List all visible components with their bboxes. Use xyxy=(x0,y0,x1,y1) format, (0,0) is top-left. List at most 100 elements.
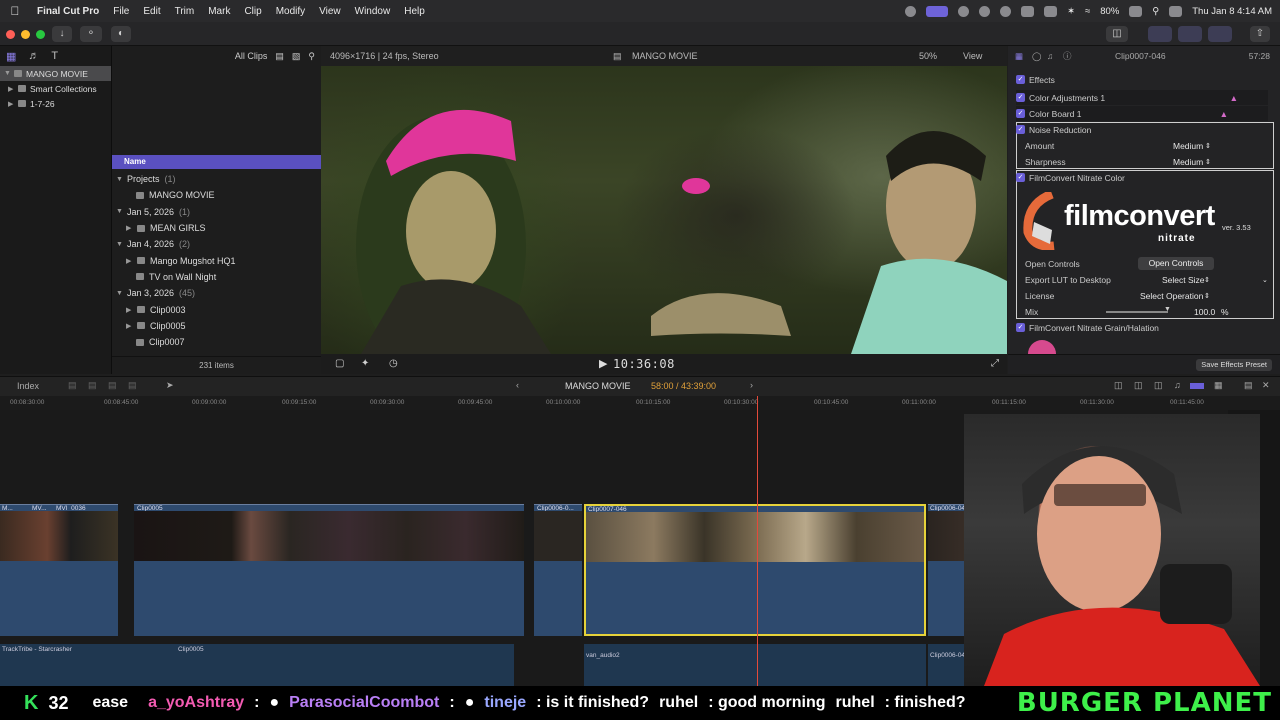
browser-group-projects[interactable]: ▼ Projects (1) xyxy=(112,171,321,187)
browser-group-date[interactable]: ▼ Jan 3, 2026 (45) xyxy=(112,285,321,301)
info-inspector-tab-icon[interactable]: ⓘ xyxy=(1063,50,1072,62)
connect-clip-icon[interactable]: ▤ xyxy=(68,380,77,391)
close-window-icon[interactable] xyxy=(6,30,15,39)
menu-window[interactable]: Window xyxy=(348,6,398,17)
audio-inspector-tab-icon[interactable]: ♫ xyxy=(1047,51,1053,61)
zoom-menu[interactable]: 50% xyxy=(919,51,937,61)
layout-inspector-button[interactable] xyxy=(1208,26,1232,42)
append-clip-icon[interactable]: ▤ xyxy=(108,380,117,391)
disclosure-closed-icon[interactable]: ▶ xyxy=(126,257,132,265)
history-back-icon[interactable]: ‹ xyxy=(516,380,519,390)
disclosure-closed-icon[interactable]: ▶ xyxy=(126,322,132,330)
effects-section-header[interactable]: ✓ Effects xyxy=(1016,72,1268,87)
disclosure-closed-icon[interactable]: ▶ xyxy=(126,224,132,232)
snapping-icon[interactable]: ▦ xyxy=(1214,380,1223,391)
timeline-ruler[interactable]: 00:08:30:00 00:08:45:00 00:09:00:00 00:0… xyxy=(0,396,1280,410)
view-menu[interactable]: View xyxy=(963,51,982,61)
speed-menu-icon[interactable]: ◷ xyxy=(389,358,398,369)
effect-filmconvert-grain[interactable]: ✓ FilmConvert Nitrate Grain/Halation xyxy=(1016,320,1268,335)
timeline-layout-icon[interactable]: ▤ xyxy=(1244,380,1253,391)
browser-item-clip[interactable]: TV on Wall Night xyxy=(112,269,321,285)
disclosure-closed-icon[interactable]: ▶ xyxy=(8,85,14,93)
browser-item-clip[interactable]: ▶ Clip0003 xyxy=(112,301,321,317)
effect-enable-checkbox[interactable]: ✓ xyxy=(1016,323,1025,332)
menu-trim[interactable]: Trim xyxy=(168,6,202,17)
index-button[interactable]: Index xyxy=(17,381,39,391)
browser-group-date[interactable]: ▼ Jan 5, 2026 (1) xyxy=(112,204,321,220)
library-item-mango-movie[interactable]: ▼ MANGO MOVIE xyxy=(0,66,111,81)
browser-item-clip[interactable]: Clip0007 xyxy=(112,334,321,350)
sharpness-popup[interactable]: Medium xyxy=(1173,157,1203,167)
timeline-clip[interactable]: Clip0006-0... xyxy=(534,504,582,636)
screen-record-icon[interactable] xyxy=(905,5,917,17)
menu-mark[interactable]: Mark xyxy=(201,6,237,17)
browser-item-project[interactable]: MANGO MOVIE xyxy=(112,187,321,203)
zoom-window-icon[interactable] xyxy=(36,30,45,39)
video-viewer[interactable] xyxy=(321,66,1007,354)
status-dot-icon[interactable] xyxy=(958,5,970,17)
color-wheel-icon[interactable]: ▲ xyxy=(1220,109,1228,119)
control-center-icon[interactable] xyxy=(1169,5,1183,17)
menu-help[interactable]: Help xyxy=(397,6,432,17)
apple-menu-icon[interactable]:  xyxy=(0,4,30,18)
open-controls-button[interactable]: Open Controls xyxy=(1138,257,1214,270)
disclosure-open-icon[interactable]: ▼ xyxy=(116,208,123,215)
viewer-timecode[interactable]: 10:36:08 xyxy=(613,357,675,371)
menu-file[interactable]: File xyxy=(106,6,136,17)
clip-appearance-icon[interactable]: ◫ xyxy=(1114,380,1123,391)
disclosure-open-icon[interactable]: ▼ xyxy=(116,241,123,248)
stage-manager-icon[interactable] xyxy=(926,5,949,17)
share-button[interactable]: ⇧ xyxy=(1250,26,1270,42)
menu-clip[interactable]: Clip xyxy=(237,6,268,17)
fullscreen-icon[interactable]: ⤢ xyxy=(991,358,999,369)
effect-enable-checkbox[interactable]: ✓ xyxy=(1016,109,1025,118)
play-status-icon[interactable] xyxy=(1000,5,1012,17)
menu-app-name[interactable]: Final Cut Pro xyxy=(30,6,106,17)
effect-noise-reduction[interactable]: ✓ Noise Reduction xyxy=(1016,122,1268,137)
history-forward-icon[interactable]: › xyxy=(750,380,753,390)
playhead[interactable] xyxy=(757,396,758,686)
audio-skimming-icon[interactable]: ♫ xyxy=(1174,380,1181,390)
video-inspector-tab-icon[interactable]: ▦ xyxy=(1015,51,1023,62)
clock[interactable]: Thu Jan 8 4:14 AM xyxy=(1192,6,1272,17)
effect-filmconvert-color[interactable]: ✓ FilmConvert Nitrate Color xyxy=(1016,170,1268,185)
browser-item-clip[interactable]: ▶ MEAN GIRLS xyxy=(112,220,321,236)
play-icon[interactable]: ▶ xyxy=(599,357,607,370)
disclosure-open-icon[interactable]: ▼ xyxy=(116,176,123,183)
libraries-tab-icon[interactable]: ▦ xyxy=(6,50,16,63)
menu-modify[interactable]: Modify xyxy=(269,6,312,17)
browser-group-date[interactable]: ▼ Jan 4, 2026 (2) xyxy=(112,236,321,252)
menu-extra-icon[interactable] xyxy=(979,5,991,17)
audio-clip[interactable]: TrackTribe - Starcrasher Clip0005 xyxy=(0,644,514,686)
spotlight-icon[interactable]: ⚲ xyxy=(1152,6,1159,17)
timeline-clip[interactable]: M... MV... MVI_0036 xyxy=(0,504,118,636)
license-popup[interactable]: Select Operation xyxy=(1140,291,1203,301)
library-item-event[interactable]: ▶ 1-7-26 xyxy=(0,96,111,111)
list-view-icon[interactable]: ▧ xyxy=(292,51,301,62)
display-icon[interactable] xyxy=(1021,5,1035,17)
titles-generators-tab-icon[interactable]: T xyxy=(51,50,58,62)
solo-icon[interactable] xyxy=(1190,383,1204,389)
layout-browser-button[interactable] xyxy=(1148,26,1172,42)
mix-slider-track[interactable] xyxy=(1106,311,1168,313)
chevron-down-icon[interactable]: ⌄ xyxy=(1262,276,1268,284)
audio-clip[interactable]: van_audio2 xyxy=(584,644,926,686)
background-tasks-button[interactable]: ◐ xyxy=(111,26,131,42)
disclosure-open-icon[interactable]: ▼ xyxy=(116,290,123,297)
disclosure-closed-icon[interactable]: ▶ xyxy=(126,306,132,314)
effect-enable-checkbox[interactable]: ✓ xyxy=(1016,93,1025,102)
zoom-slider-icon[interactable]: ◫ xyxy=(1134,380,1143,391)
export-lut-popup[interactable]: Select Size xyxy=(1162,275,1205,285)
insert-clip-icon[interactable]: ▤ xyxy=(88,380,97,391)
overwrite-clip-icon[interactable]: ▤ xyxy=(128,380,137,391)
minimize-window-icon[interactable] xyxy=(21,30,30,39)
mix-value[interactable]: 100.0 xyxy=(1194,307,1215,317)
menu-edit[interactable]: Edit xyxy=(136,6,167,17)
effect-enable-checkbox[interactable]: ✓ xyxy=(1016,125,1025,134)
share-toggle-button[interactable]: ◫ xyxy=(1106,26,1128,42)
clip-filter-menu[interactable]: All Clips xyxy=(235,51,268,61)
layout-timeline-button[interactable] xyxy=(1178,26,1202,42)
timeline-close-icon[interactable]: ✕ xyxy=(1262,380,1270,391)
browser-item-clip[interactable]: ▶ Mango Mugshot HQ1 xyxy=(112,252,321,268)
amount-popup[interactable]: Medium xyxy=(1173,141,1203,151)
